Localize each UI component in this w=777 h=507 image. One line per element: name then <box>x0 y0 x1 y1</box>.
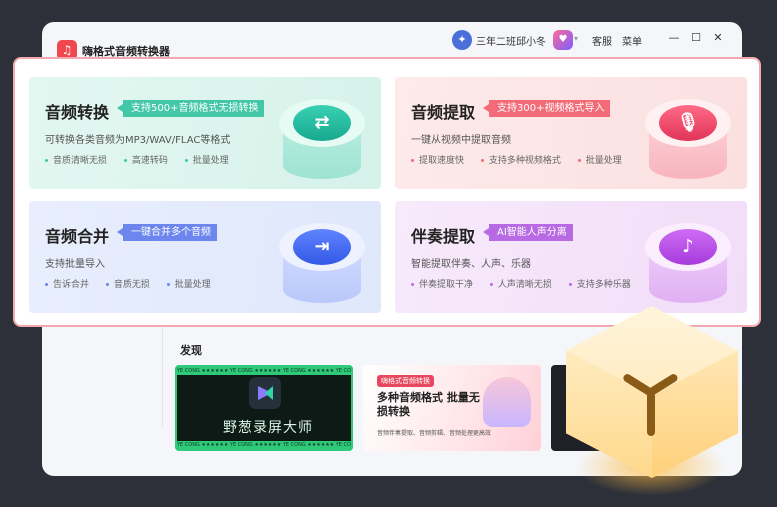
convert-icon: ⇄ <box>275 89 369 183</box>
feature-point: 伴奏提取干净 <box>411 277 473 290</box>
vip-icon[interactable]: ♥ <box>553 30 573 50</box>
card-badge: 支持500+音频格式无损转换 <box>116 100 265 117</box>
feature-point: 支持多种乐器 <box>568 277 631 290</box>
card-badge: 一键合并多个音频 <box>117 224 217 241</box>
microphone-icon: 🎙 <box>641 89 735 183</box>
banner-headline: 多种音频格式 批量无损转换 <box>377 391 480 418</box>
user-name[interactable]: 三年二班邱小冬 <box>476 33 546 48</box>
card-title: 伴奏提取 <box>411 227 476 246</box>
feature-point: 支持多种视频格式 <box>480 153 561 166</box>
banner-subtitle: 音频伴奏提取、音频剪辑、音频处理更高效 <box>377 430 492 437</box>
feature-panel: 音频转换 支持500+音频格式无损转换 可转换各类音频为MP3/WAV/FLAC… <box>13 57 761 327</box>
maximize-icon[interactable]: ☐ <box>687 28 705 48</box>
feature-point: 人声清晰无损 <box>489 277 552 290</box>
feature-point: 音质无损 <box>105 277 150 290</box>
chevron-down-icon[interactable]: ▾ <box>574 34 578 43</box>
card-points: 伴奏提取干净 人声清晰无损 支持多种乐器 <box>411 277 645 290</box>
banner-audio-converter[interactable]: 嗨格式音频转换 多种音频格式 批量无损转换 音频伴奏提取、音频剪辑、音频处理更高… <box>363 365 541 451</box>
feature-card-audio-convert[interactable]: 音频转换 支持500+音频格式无损转换 可转换各类音频为MP3/WAV/FLAC… <box>29 77 381 189</box>
menu-button[interactable]: 菜单 <box>622 33 642 48</box>
banner-caption: 野葱录屏大师 <box>223 420 313 436</box>
banner-strip-bottom: YE CONG ★★★★★★ YE CONG ★★★★★★ YE CONG ★★… <box>177 441 351 449</box>
banner-screen-recorder[interactable]: YE CONG ★★★★★★ YE CONG ★★★★★★ YE CONG ★★… <box>175 365 353 451</box>
headphones-icon <box>483 377 531 427</box>
service-button[interactable]: 客服 <box>592 33 612 48</box>
feature-point: 批量处理 <box>577 153 622 166</box>
feature-point: 提取速度快 <box>411 153 464 166</box>
card-badge: AI智能人声分离 <box>483 224 573 241</box>
feature-point: 告诉合并 <box>45 277 89 290</box>
card-title: 音频转换 <box>45 103 110 122</box>
card-points: 告诉合并 音质无损 批量处理 <box>45 277 225 290</box>
feature-point: 高速转码 <box>123 153 168 166</box>
titlebar: ♫ 嗨格式音频转换器 ✦ 三年二班邱小冬 ♥ ▾ 客服 菜单 — ☐ ✕ <box>42 22 742 60</box>
music-note-icon: ♪ <box>641 213 735 307</box>
feature-card-audio-merge[interactable]: 音频合并 一键合并多个音频 支持批量导入 告诉合并 音质无损 批量处理 ⇥ <box>29 201 381 313</box>
feature-card-audio-extract[interactable]: 音频提取 支持300+视频格式导入 一键从视频中提取音频 提取速度快 支持多种视… <box>395 77 747 189</box>
card-title: 音频合并 <box>45 227 110 246</box>
card-points: 音质清晰无损 高速转码 批量处理 <box>45 153 243 166</box>
banner-strip-top: YE CONG ★★★★★★ YE CONG ★★★★★★ YE CONG ★★… <box>177 367 351 375</box>
feature-point: 音质清晰无损 <box>45 153 107 166</box>
banner-tag: 嗨格式音频转换 <box>377 375 434 387</box>
sidebar-divider <box>162 327 163 427</box>
feature-point: 批量处理 <box>166 277 211 290</box>
card-desc: 智能提取伴奏、人声、乐器 <box>411 259 531 270</box>
feature-card-accompaniment[interactable]: 伴奏提取 AI智能人声分离 智能提取伴奏、人声、乐器 伴奏提取干净 人声清晰无损… <box>395 201 747 313</box>
avatar: ✦ <box>452 30 472 50</box>
card-points: 提取速度快 支持多种视频格式 批量处理 <box>411 153 636 166</box>
feature-point: 批量处理 <box>184 153 229 166</box>
close-icon[interactable]: ✕ <box>709 28 727 48</box>
card-title: 音频提取 <box>411 103 476 122</box>
card-desc: 一键从视频中提取音频 <box>411 135 511 146</box>
card-badge: 支持300+视频格式导入 <box>482 100 611 117</box>
merge-icon: ⇥ <box>275 213 369 307</box>
discover-title: 发现 <box>180 344 202 357</box>
cube-logo-icon <box>566 306 738 496</box>
recorder-logo-icon <box>249 377 281 409</box>
card-desc: 可转换各类音频为MP3/WAV/FLAC等格式 <box>45 135 231 146</box>
minimize-icon[interactable]: — <box>665 28 683 48</box>
card-desc: 支持批量导入 <box>45 259 105 270</box>
